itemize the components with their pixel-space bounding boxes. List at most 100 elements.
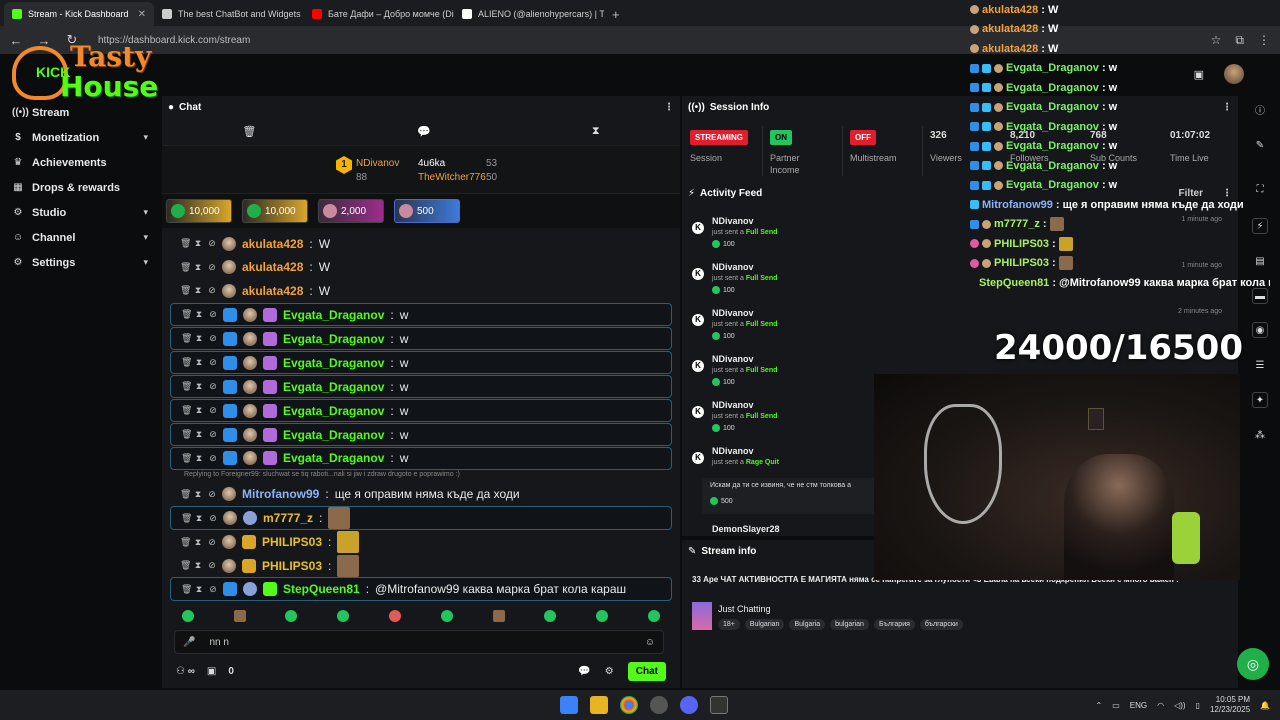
chat-message[interactable]: 🗑 ⧗ ⊘ Evgata_Draganov: w [170,374,672,399]
wifi-icon[interactable]: ◠ [1157,701,1164,710]
third-name[interactable]: TheWitcher776 [418,172,486,183]
timeout-icon[interactable]: ⧗ [195,381,203,392]
chat-message[interactable]: 🗑 ⧗ ⊘ Evgata_Draganov: w [170,398,672,423]
sidebar-item-studio[interactable]: ⚙ Studio ▾ [0,200,160,225]
feed-username[interactable]: NDivanov [712,446,754,456]
mic-icon[interactable]: 🎤 [183,637,195,648]
volume-icon[interactable]: ◁)) [1174,701,1185,710]
chrome-icon[interactable] [620,696,638,714]
list-icon[interactable]: ☰ [1252,358,1268,374]
file-explorer-icon[interactable] [590,696,608,714]
battery-icon[interactable]: ▯ [1196,701,1200,710]
chat-username[interactable]: Evgata_Draganov [283,404,384,418]
chat-message[interactable]: 🗑 ⧗ ⊘ Evgata_Draganov: w [170,446,672,471]
sidebar-item-channel[interactable]: ☺ Channel ▾ [0,225,160,250]
chat-input[interactable]: 🎤 nn n ☺ [174,630,664,654]
tip-pill[interactable]: 10,000 [242,199,308,223]
timeout-icon[interactable]: ⧗ [194,537,202,548]
chat-username[interactable]: akulata428 [242,284,303,298]
chat-username[interactable]: Evgata_Draganov [283,356,384,370]
browser-tab-1[interactable]: The best ChatBot and Widgets ✕ [154,2,304,26]
obs-icon[interactable] [650,696,668,714]
notification-icon[interactable]: 🔔 [1260,701,1270,710]
timeout-icon[interactable]: ⧗ [195,453,203,464]
ban-icon[interactable]: ⊘ [208,262,216,273]
chat-message[interactable]: 🗑 ⧗ ⊘ akulata428: W [170,232,672,256]
sidebar-item-stream[interactable]: ((•)) Stream [0,100,160,125]
chat-username[interactable]: StepQueen81 [283,582,360,596]
leader-name[interactable]: NDivanov [356,158,399,169]
emote-icon[interactable] [181,610,194,622]
browser-tab-0[interactable]: Stream - Kick Dashboard ✕ [4,2,154,26]
emote-icon[interactable] [544,610,557,622]
timeout-icon[interactable]: ⧗ [195,405,203,416]
users-icon[interactable]: ⚇ ∞ [176,666,195,677]
delete-icon[interactable]: 🗑 [181,584,192,595]
chat-username[interactable]: Evgata_Draganov [283,308,384,322]
chat-username[interactable]: Evgata_Draganov [283,380,384,394]
network-icon[interactable]: ▭ [1112,701,1120,710]
partner-badge[interactable]: ON [770,130,792,145]
ban-icon[interactable]: ⊘ [209,309,217,320]
second-name[interactable]: 4u6ka [418,158,445,169]
chat-username[interactable]: Evgata_Draganov [283,428,384,442]
delete-icon[interactable]: 🗑 [181,429,192,440]
ban-icon[interactable]: ⊘ [209,513,217,524]
chat-username[interactable]: Evgata_Draganov [283,332,384,346]
browser-tab-3[interactable]: ALIENO (@alienohypercars) | Ti... ✕ [454,2,604,26]
sidebar-item-drops[interactable]: ▦ Drops & rewards [0,175,160,200]
delete-icon[interactable]: 🗑 [181,357,192,368]
chat-message[interactable]: 🗑 ⧗ ⊘ akulata428: W [170,279,672,303]
chat-message[interactable]: 🗑 ⧗ ⊘ PHILIPS03: [170,554,672,578]
ban-icon[interactable]: ⊘ [209,381,217,392]
feed-username[interactable]: NDivanov [712,216,754,226]
chat-message[interactable]: 🗑 ⧗ ⊘ m7777_z: [170,506,672,530]
timeout-icon[interactable]: ⧗ [195,309,203,320]
language-indicator[interactable]: ENG [1130,701,1147,710]
chat-username[interactable]: akulata428 [242,237,303,251]
delete-icon[interactable]: 🗑 [181,453,192,464]
ban-icon[interactable]: ⊘ [208,537,216,548]
chat-username[interactable]: PHILIPS03 [262,559,322,573]
chat-username[interactable]: akulata428 [242,260,303,274]
emoji-icon[interactable]: ☺ [645,637,655,648]
feed-username[interactable]: NDivanov [712,308,754,318]
delete-icon[interactable]: 🗑 [180,560,191,571]
new-tab-button[interactable]: + [604,7,628,26]
windows-start-icon[interactable] [560,696,578,714]
timeout-icon[interactable]: ⧗ [194,560,202,571]
multistream-badge[interactable]: OFF [850,130,876,145]
timeout-icon[interactable]: ⧗ [195,357,203,368]
delete-icon[interactable]: 🗑 [180,262,191,273]
trash-icon[interactable]: 🗑 [242,125,256,138]
clock[interactable]: 10:05 PM 12/23/2025 [1210,695,1250,715]
emote-icon[interactable] [285,610,298,622]
chat-username[interactable]: Mitrofanow99 [242,487,319,501]
delete-icon[interactable]: 🗑 [181,513,192,524]
chevron-up-icon[interactable]: ⌃ [1096,701,1103,710]
delete-icon[interactable]: 🗑 [180,489,191,500]
chat-message[interactable]: 🗑 ⧗ ⊘ Evgata_Draganov: w [170,350,672,375]
tip-pill[interactable]: 2,000 [318,199,384,223]
timeout-icon[interactable]: ⧗ [195,584,203,595]
feed-username[interactable]: NDivanov [712,400,754,410]
chat-message[interactable]: 🗑 ⧗ ⊘ PHILIPS03: [170,530,672,554]
browser-tab-2[interactable]: Бате Дафи – Добро момче (Di... ✕ [304,2,454,26]
tip-pill[interactable]: 500 [394,199,460,223]
discord-icon[interactable] [680,696,698,714]
chat-bubble-icon[interactable]: 💬 [417,125,431,138]
broadcast-icon[interactable]: ◉ [1252,322,1268,338]
delete-icon[interactable]: 🗑 [180,285,191,296]
timeout-icon[interactable]: ⧗ [194,285,202,296]
ban-icon[interactable]: ⊘ [209,453,217,464]
hourglass-icon[interactable]: ⧗ [592,125,600,138]
delete-icon[interactable]: 🗑 [181,333,192,344]
timeout-icon[interactable]: ⧗ [195,333,203,344]
emote-icon[interactable] [648,610,661,622]
wrench-icon[interactable]: ✦ [1252,392,1268,408]
chat-message[interactable]: 🗑 ⧗ ⊘ StepQueen81: @Mitrofanow99 каква мар… [170,577,672,602]
chat-message[interactable]: 🗑 ⧗ ⊘ Mitrofanow99: ще я оправим няма къде… [170,483,672,507]
timeout-icon[interactable]: ⧗ [194,262,202,273]
ban-icon[interactable]: ⊘ [208,238,216,249]
more-options-icon[interactable]: ⋮ [664,102,674,113]
